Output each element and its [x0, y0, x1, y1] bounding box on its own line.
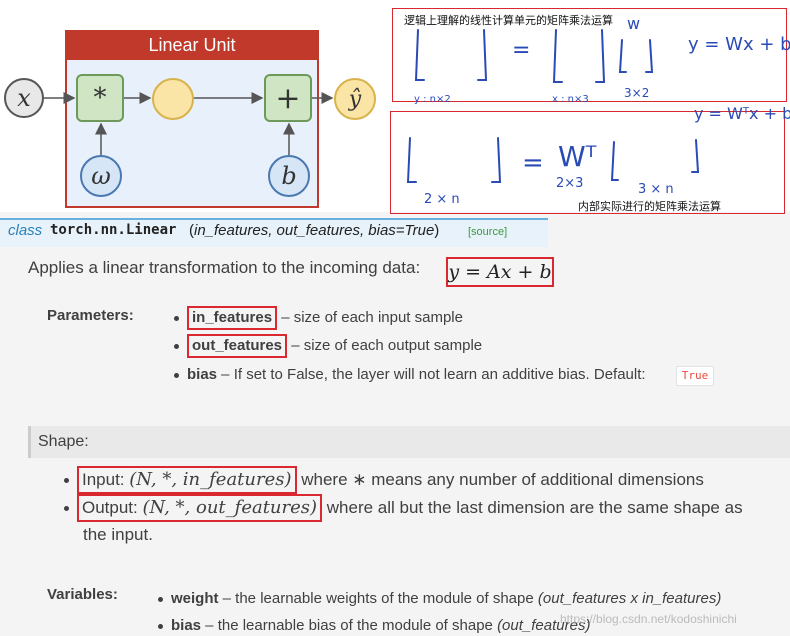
param-name: out_features [187, 334, 288, 358]
source-link[interactable]: [source] [468, 226, 507, 238]
weight-node: ω [80, 155, 122, 197]
variable-name: weight [171, 590, 219, 607]
variable-bias: bias – the learnable bias of the module … [158, 617, 590, 634]
shape-input-math: (N, *, in_features) [129, 469, 292, 490]
bullet-dot [64, 478, 69, 484]
class-args: (in_features, out_features, bias=True) [189, 222, 440, 239]
hw-dim-2x3: 2×3 [556, 176, 584, 191]
param-in-features: in_features – size of each input sample [174, 306, 463, 330]
bullet-dot [174, 343, 179, 349]
shape-output-rest2: the input. [83, 525, 153, 544]
variable-desc: – the learnable bias of the module of sh… [201, 617, 498, 634]
param-desc: – size of each input sample [277, 309, 463, 326]
hw-dim-3n: 3 × n [638, 182, 674, 197]
formula-highlight: y = Ax + b [446, 257, 554, 287]
param-name: in_features [187, 306, 278, 330]
variable-desc: – the learnable weights of the module of… [218, 590, 538, 607]
watermark: https://blog.csdn.net/kodoshinichi [560, 612, 737, 626]
shape-input-rest: where ∗ means any number of additional d… [296, 470, 704, 489]
hw-formula-2: y = Wᵀx + b [694, 104, 790, 123]
shape-output-highlight: Output: (N, *, out_features) [77, 494, 323, 522]
hw-dim-w: 3×2 [624, 86, 650, 100]
shape-output: Output: (N, *, out_features) where all b… [64, 494, 743, 522]
hw-dim-x: x : n×3 [552, 94, 589, 105]
output-yhat-node: ŷ [334, 78, 376, 120]
bias-node: b [268, 155, 310, 197]
intermediate-node [152, 78, 194, 120]
bullet-dot [174, 315, 179, 321]
shape-input: Input: (N, *, in_features) where ∗ means… [64, 466, 704, 494]
variable-shape: (out_features x in_features) [537, 590, 722, 607]
param-bias: bias – If set to False, the layer will n… [174, 366, 646, 383]
bullet-dot [158, 623, 163, 629]
bullet-dot [64, 506, 69, 512]
variable-name: bias [171, 617, 202, 634]
hw-equals-2: = [522, 148, 544, 178]
add-node: + [264, 74, 312, 122]
param-desc: – If set to False, the layer will not le… [217, 366, 646, 383]
class-keyword: class [8, 222, 43, 239]
variables-label: Variables: [47, 586, 118, 603]
class-args-text: in_features, out_features, bias=True [194, 222, 435, 239]
bias-default-code: True [676, 366, 714, 386]
hw-formula-1: y = Wx + b [688, 34, 790, 55]
shape-input-label: Input: [82, 470, 130, 489]
param-name: bias [187, 366, 218, 383]
bullet-dot [158, 596, 163, 602]
multiply-node: * [76, 74, 124, 122]
parameters-label: Parameters: [47, 307, 134, 324]
hw-dim-2n: 2 × n [424, 192, 460, 207]
variable-weight: weight – the learnable weights of the mo… [158, 590, 721, 607]
hw-equals-1: = [512, 38, 531, 63]
bullet-dot [174, 372, 179, 378]
shape-output-math: (N, *, out_features) [142, 497, 318, 518]
hw-w-label: w [627, 14, 641, 33]
shape-output-label: Output: [82, 498, 143, 517]
param-out-features: out_features – size of each output sampl… [174, 334, 482, 358]
shape-output-rest: where all but the last dimension are the… [322, 498, 743, 517]
input-x-node: x [4, 78, 44, 118]
hw-dim-y: y : n×2 [414, 94, 451, 105]
class-name: torch.nn.Linear [50, 222, 177, 238]
description: Applies a linear transformation to the i… [28, 258, 421, 277]
param-desc: – size of each output sample [287, 337, 483, 354]
hw-wt: Wᵀ [558, 140, 597, 173]
shape-section-bar [28, 426, 790, 458]
shape-input-highlight: Input: (N, *, in_features) [77, 466, 297, 494]
shape-label: Shape: [38, 433, 89, 450]
